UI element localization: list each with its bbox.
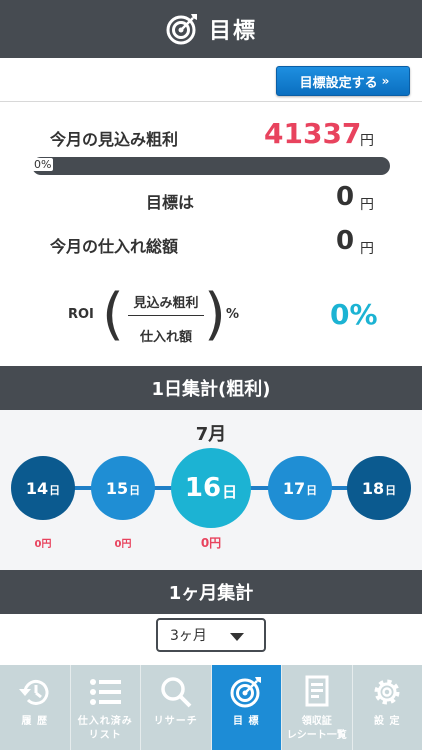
- progress-label: 0%: [32, 158, 54, 171]
- purchase-total-value: 0: [336, 226, 355, 256]
- day-value-15: 0円: [114, 539, 132, 550]
- app-header: 目標: [0, 0, 422, 58]
- roi-right-paren: ): [204, 282, 226, 347]
- tab-goal-label: 目 標: [233, 716, 260, 727]
- day-value-14: 0円: [34, 539, 52, 550]
- day-circle-16[interactable]: 16 日: [171, 448, 251, 528]
- search-icon: [161, 677, 192, 708]
- daily-month-label: 7月: [195, 424, 227, 445]
- tab-purchased-list-label: 仕入れ済み リスト: [77, 716, 133, 741]
- daily-section-title: 1日集計(粗利): [151, 379, 271, 400]
- bottom-tab-bar: 履 歴 仕入れ済み リスト リサーチ 目 標 領収証 レシート一覧 設 定: [0, 665, 422, 750]
- target-icon: [166, 14, 197, 45]
- roi-fraction-line: [128, 315, 204, 316]
- list-icon: [90, 679, 122, 705]
- tab-history[interactable]: 履 歴: [0, 665, 71, 750]
- target-value: 0: [336, 182, 355, 212]
- day-circle-18[interactable]: 18 日: [347, 456, 411, 520]
- tab-history-label: 履 歴: [21, 716, 48, 727]
- expected-profit-value: 41337: [264, 117, 362, 150]
- monthly-section-header: 1ヶ月集計: [0, 570, 422, 614]
- purchase-total-unit: 円: [360, 241, 374, 257]
- roi-left-paren: (: [102, 282, 124, 347]
- day-circle-14[interactable]: 14 日: [11, 456, 75, 520]
- roi-label: ROI: [68, 307, 94, 322]
- day-circle-17[interactable]: 17 日: [268, 456, 332, 520]
- monthly-section-title: 1ヶ月集計: [168, 583, 254, 604]
- tab-purchased-list[interactable]: 仕入れ済み リスト: [71, 665, 141, 750]
- roi-denominator: 仕入れ額: [139, 330, 192, 345]
- gear-icon: [374, 679, 400, 705]
- tab-research-label: リサーチ: [153, 716, 198, 727]
- expected-profit-label: 今月の見込み粗利: [50, 130, 179, 149]
- tab-settings[interactable]: 設 定: [353, 665, 422, 750]
- profit-progress-bar: 0%: [32, 157, 390, 175]
- goal-setting-label: 目標設定する: [299, 75, 378, 91]
- caret-down-icon: [230, 633, 244, 641]
- roi-value: 0%: [330, 298, 378, 331]
- goal-setting-button[interactable]: 目標設定する »: [276, 66, 410, 96]
- day-circle-15[interactable]: 15 日: [91, 456, 155, 520]
- target-label: 目標は: [146, 193, 195, 212]
- daily-section-header: 1日集計(粗利): [0, 366, 422, 410]
- period-select[interactable]: 3ヶ月: [156, 618, 266, 652]
- roi-numerator: 見込み粗利: [133, 296, 199, 311]
- tab-receipts-label: 領収証 レシート一覧: [286, 716, 347, 741]
- double-chevron-icon: »: [381, 74, 390, 88]
- goal-bar: 目標設定する »: [0, 58, 422, 102]
- day-value-16: 0円: [200, 536, 222, 550]
- history-icon: [18, 679, 49, 705]
- target-unit: 円: [360, 197, 374, 213]
- purchase-total-label: 今月の仕入れ総額: [50, 237, 179, 256]
- tab-goal[interactable]: 目 標: [211, 665, 282, 750]
- roi-percent-sign: %: [226, 307, 240, 322]
- tab-receipts[interactable]: 領収証 レシート一覧: [282, 665, 353, 750]
- tab-settings-label: 設 定: [374, 716, 401, 727]
- page-title: 目標: [208, 19, 257, 44]
- target-icon: [230, 677, 262, 708]
- expected-profit-unit: 円: [360, 133, 374, 149]
- period-select-value: 3ヶ月: [170, 628, 207, 644]
- receipt-icon: [305, 675, 329, 707]
- tab-research[interactable]: リサーチ: [141, 665, 212, 750]
